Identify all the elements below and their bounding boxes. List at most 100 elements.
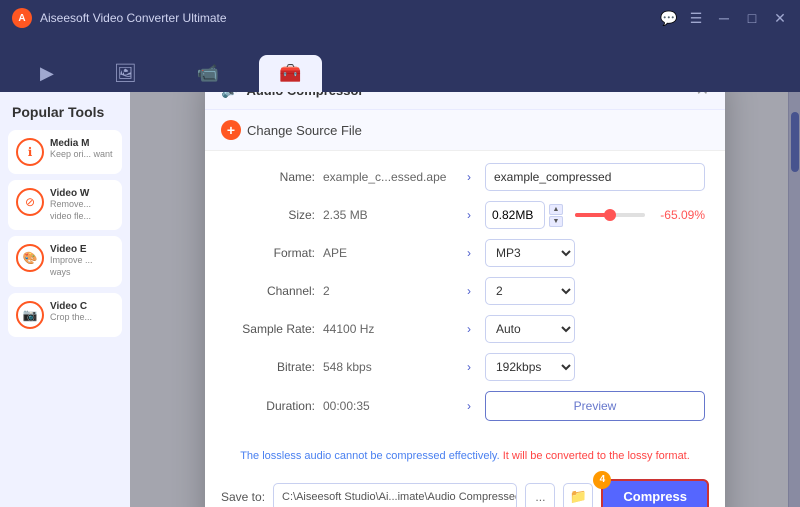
warning-text: The lossless audio cannot be compressed … [205, 443, 725, 470]
bitrate-arrow-icon: › [461, 360, 477, 374]
sidebar-item-desc-media: Keep ori... want [50, 149, 114, 161]
chat-icon[interactable]: 💬 [660, 10, 676, 27]
name-source-value: example_c...essed.ape [323, 170, 453, 184]
save-folder-button[interactable]: 📁 [563, 483, 593, 507]
compress-button[interactable]: Compress [601, 479, 709, 507]
dialog-close-icon[interactable]: ✕ [696, 92, 709, 99]
save-label: Save to: [221, 490, 265, 504]
slider-thumb[interactable] [604, 209, 616, 221]
dots-icon: ... [535, 490, 545, 504]
size-source-value: 2.35 MB [323, 208, 453, 222]
sidebar-item-videoe[interactable]: 🎨 Video E Improve ... ways [8, 236, 122, 286]
enhancer-icon: 🖼 [114, 63, 137, 84]
window-controls: 💬 ☰ ─ □ ✕ [660, 10, 788, 27]
save-dots-button[interactable]: ... [525, 483, 555, 507]
save-row: Save to: C:\Aiseesoft Studio\Ai...imate\… [205, 471, 725, 507]
bitrate-label: Bitrate: [225, 360, 315, 374]
minimize-icon[interactable]: ─ [716, 10, 732, 27]
sidebar-item-desc-videoe: Improve ... ways [50, 255, 114, 278]
sample-rate-arrow-icon: › [461, 322, 477, 336]
spin-up-button[interactable]: ▲ [549, 204, 563, 215]
format-select[interactable]: MP3 AAC FLAC WAV [485, 239, 575, 267]
channel-control-area: 2 1 [485, 277, 705, 305]
sidebar-title: Popular Tools [8, 104, 122, 120]
format-arrow-icon: › [461, 246, 477, 260]
videoe-icon: 🎨 [16, 244, 44, 272]
nav-converter[interactable]: ▶ [20, 55, 74, 92]
converter-icon: ▶ [40, 63, 54, 84]
channel-source-value: 2 [323, 284, 453, 298]
channel-label: Channel: [225, 284, 315, 298]
sidebar-item-videoc[interactable]: 📷 Video C Crop the... [8, 293, 122, 337]
spin-down-button[interactable]: ▼ [549, 216, 563, 227]
sidebar-item-content-videow: Video W Remove... video fle... [50, 188, 114, 222]
channel-row: Channel: 2 › 2 1 [225, 277, 705, 305]
change-source-label: Change Source File [247, 123, 362, 138]
name-input[interactable] [485, 163, 705, 191]
menu-icon[interactable]: ☰ [688, 10, 704, 27]
sidebar-item-desc-videow: Remove... video fle... [50, 199, 114, 222]
dialog-title-row: 🔊 Audio Compressor [221, 92, 363, 99]
videoc-icon: 📷 [16, 301, 44, 329]
sidebar-item-media[interactable]: ℹ Media M Keep ori... want [8, 130, 122, 174]
preview-button[interactable]: Preview [485, 391, 705, 421]
format-control-area: MP3 AAC FLAC WAV [485, 239, 705, 267]
size-input[interactable] [485, 201, 545, 229]
size-spinners: ▲ ▼ [549, 204, 563, 227]
sidebar-item-title-videoe: Video E [50, 244, 114, 255]
duration-control-area: Preview [485, 391, 705, 421]
dialog-title: Audio Compressor [246, 92, 363, 98]
nav-enhancer[interactable]: 🖼 [94, 55, 157, 92]
channel-arrow-icon: › [461, 284, 477, 298]
size-input-group: ▲ ▼ [485, 201, 563, 229]
sidebar-item-desc-videoc: Crop the... [50, 312, 114, 324]
dialog-header: 🔊 Audio Compressor ✕ [205, 92, 725, 110]
sidebar-item-title-media: Media M [50, 138, 114, 149]
sample-rate-control-area: Auto 44100 Hz 48000 Hz [485, 315, 705, 343]
nav-toolbox[interactable]: 🧰 [259, 55, 321, 92]
size-slider[interactable] [575, 213, 645, 217]
main-content: Popular Tools ℹ Media M Keep ori... want… [0, 92, 800, 507]
duration-source-value: 00:00:35 [323, 399, 453, 413]
sample-rate-select[interactable]: Auto 44100 Hz 48000 Hz [485, 315, 575, 343]
change-source-button[interactable]: + Change Source File [205, 110, 725, 151]
compress-btn-wrapper: 4 Compress [601, 479, 709, 507]
nav-video[interactable]: 📹 [177, 55, 239, 92]
audio-icon: 🔊 [221, 92, 238, 99]
duration-row: Duration: 00:00:35 › Preview [225, 391, 705, 421]
name-arrow-icon: › [461, 170, 477, 184]
sample-rate-source-value: 44100 Hz [323, 322, 453, 336]
name-control-area [485, 163, 705, 191]
sidebar-item-content-videoe: Video E Improve ... ways [50, 244, 114, 278]
bitrate-row: Bitrate: 548 kbps › 192kbps 320kbps 128k… [225, 353, 705, 381]
bitrate-control-area: 192kbps 320kbps 128kbps [485, 353, 705, 381]
bitrate-source-value: 548 kbps [323, 360, 453, 374]
form-body: Name: example_c...essed.ape › Size: 2.35… [205, 151, 725, 443]
app-title: Aiseesoft Video Converter Ultimate [40, 11, 652, 25]
maximize-icon[interactable]: □ [744, 10, 760, 27]
video-icon: 📹 [197, 63, 219, 84]
sidebar-item-content-videoc: Video C Crop the... [50, 301, 114, 324]
bitrate-select[interactable]: 192kbps 320kbps 128kbps [485, 353, 575, 381]
videow-icon: ⊘ [16, 188, 44, 216]
duration-arrow-icon: › [461, 399, 477, 413]
media-icon: ℹ [16, 138, 44, 166]
window-close-icon[interactable]: ✕ [772, 10, 788, 27]
duration-label: Duration: [225, 399, 315, 413]
nav-bar: ▶ 🖼 📹 🧰 [0, 36, 800, 92]
size-row: Size: 2.35 MB › ▲ ▼ [225, 201, 705, 229]
sidebar-item-title-videow: Video W [50, 188, 114, 199]
format-row: Format: APE › MP3 AAC FLAC WAV [225, 239, 705, 267]
add-icon: + [221, 120, 241, 140]
sidebar: Popular Tools ℹ Media M Keep ori... want… [0, 92, 130, 507]
format-source-value: APE [323, 246, 453, 260]
sidebar-item-videow[interactable]: ⊘ Video W Remove... video fle... [8, 180, 122, 230]
format-label: Format: [225, 246, 315, 260]
channel-select[interactable]: 2 1 [485, 277, 575, 305]
title-bar: A Aiseesoft Video Converter Ultimate 💬 ☰… [0, 0, 800, 36]
sidebar-item-content-media: Media M Keep ori... want [50, 138, 114, 161]
sample-rate-row: Sample Rate: 44100 Hz › Auto 44100 Hz 48… [225, 315, 705, 343]
sidebar-item-title-videoc: Video C [50, 301, 114, 312]
content-area: 🔊 Audio Compressor ✕ + Change Source Fil… [130, 92, 800, 507]
warning-part2: It will be converted to the lossy format… [500, 450, 690, 462]
